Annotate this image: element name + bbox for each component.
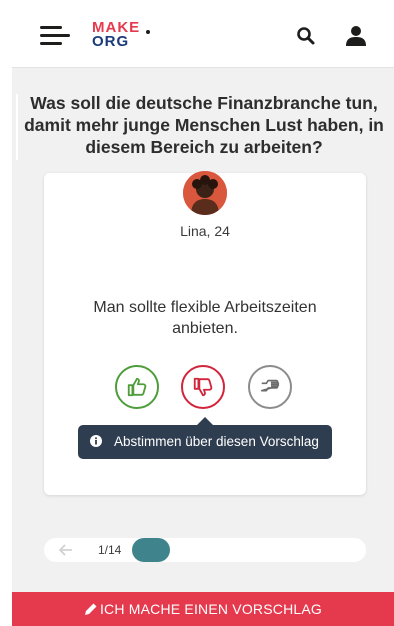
author-name: Lina, 24	[180, 223, 230, 239]
search-icon[interactable]	[294, 24, 318, 48]
question-title: Was soll die deutsche Finanzbranche tun,…	[24, 93, 384, 157]
previous-button[interactable]	[54, 542, 78, 558]
account-icon[interactable]	[344, 24, 368, 48]
screen: MAKE ORG Was soll die deutsche Finanzbra…	[12, 0, 394, 626]
thumbs-up-icon	[127, 377, 147, 397]
menu-icon[interactable]	[40, 24, 72, 48]
disagree-button[interactable]	[181, 365, 225, 409]
neutral-button[interactable]	[248, 365, 292, 409]
progress-fill	[132, 538, 170, 562]
logo-dot	[146, 30, 150, 34]
neutral-hand-icon	[260, 379, 280, 392]
pencil-icon	[84, 603, 97, 615]
app-frame: MAKE ORG Was soll die deutsche Finanzbra…	[0, 0, 394, 626]
proposal-card: Lina, 24 Man sollte flexible Arbeitszeit…	[44, 171, 366, 495]
info-icon	[90, 434, 102, 447]
arrow-left-icon	[58, 544, 72, 556]
make-proposal-button[interactable]: ICH MACHE EINEN VORSCHLAG	[12, 592, 394, 626]
make-org-logo[interactable]: MAKE ORG	[92, 20, 152, 54]
progress-bar: 1/14	[44, 538, 366, 562]
vote-tooltip: Abstimmen über diesen Vorschlag	[78, 425, 332, 459]
logo-bottom-text: ORG	[92, 33, 130, 50]
agree-button[interactable]	[115, 365, 159, 409]
top-header: MAKE ORG	[12, 0, 394, 68]
progress-counter: 1/14	[98, 543, 122, 557]
tooltip-text: Abstimmen über diesen Vorschlag	[114, 434, 319, 449]
make-proposal-label: ICH MACHE EINEN VORSCHLAG	[99, 601, 323, 617]
proposal-text: Man sollte flexible Arbeitszeiten anbiet…	[93, 299, 317, 337]
thumbs-down-icon	[193, 377, 213, 397]
avatar[interactable]	[183, 171, 227, 215]
